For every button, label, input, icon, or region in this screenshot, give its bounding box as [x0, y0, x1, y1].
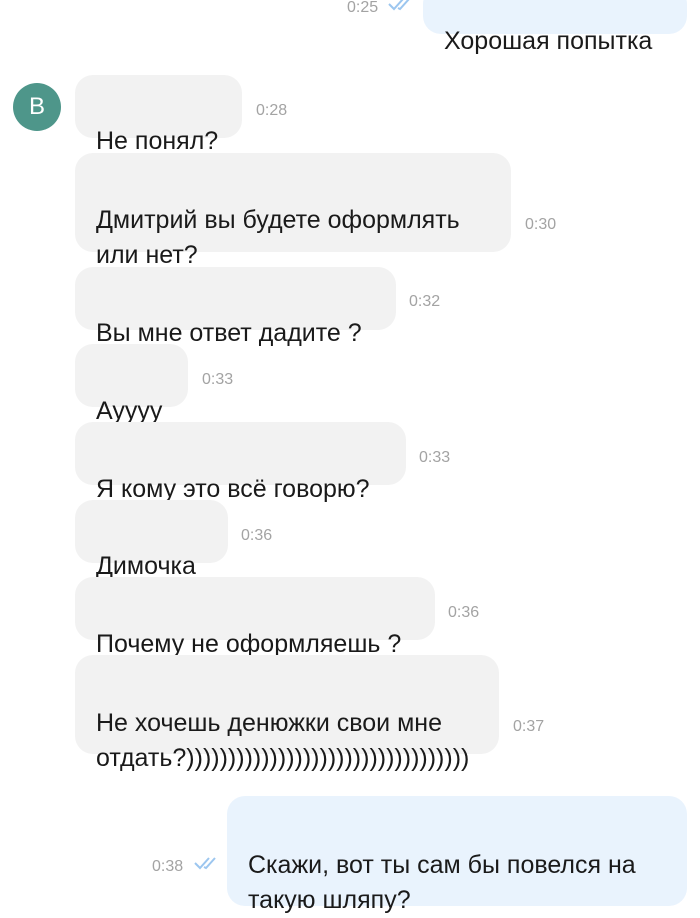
message-bubble-incoming[interactable]: Димочка	[75, 500, 228, 580]
double-check-icon	[388, 0, 410, 11]
message-text: Хорошая попытка	[444, 27, 653, 55]
message-bubble-incoming[interactable]: Не понял?	[75, 75, 242, 155]
message-time: 0:37	[513, 718, 545, 735]
message-time: 0:28	[256, 102, 288, 119]
message-bubble-incoming[interactable]: Дмитрий вы будете оформлять или нет?	[75, 153, 511, 269]
message-text: Вы мне ответ дадите ?	[96, 319, 362, 347]
message-text: Скажи, вот ты сам бы повелся на такую шл…	[248, 851, 636, 914]
message-time: 0:38	[152, 858, 184, 875]
message-text: Не понял?	[96, 127, 219, 155]
message-bubble-incoming[interactable]: Не хочешь денюжки свои мне отдать?))))))…	[75, 655, 499, 772]
message-time: 0:33	[202, 371, 234, 388]
message-time: 0:36	[241, 527, 273, 544]
message-time: 0:32	[409, 293, 441, 310]
avatar-initial: В	[28, 93, 45, 120]
message-text: Не хочешь денюжки свои мне отдать?))))))…	[96, 709, 470, 772]
message-text: Дмитрий вы будете оформлять или нет?	[96, 206, 460, 269]
message-time: 0:33	[419, 449, 451, 466]
double-check-icon	[194, 857, 216, 870]
message-bubble-outgoing[interactable]: Хорошая попытка	[423, 0, 687, 55]
message-text: Димочка	[96, 552, 196, 580]
avatar[interactable]: В	[13, 83, 61, 131]
message-time: 0:30	[525, 216, 557, 233]
message-time: 0:36	[448, 604, 480, 621]
message-time: 0:25	[347, 0, 379, 16]
message-text: Почему не оформляешь ?	[96, 630, 402, 658]
message-bubble-incoming[interactable]: Почему не оформляешь ?	[75, 577, 435, 658]
message-text: Ауууу	[96, 397, 163, 425]
message-bubble-incoming[interactable]: Ауууу	[75, 344, 188, 425]
message-bubble-outgoing[interactable]: Скажи, вот ты сам бы повелся на такую шл…	[227, 796, 687, 914]
message-text: Я кому это всё говорю?	[96, 475, 370, 503]
message-bubble-incoming[interactable]: Вы мне ответ дадите ?	[75, 267, 396, 347]
message-bubble-incoming[interactable]: Я кому это всё говорю?	[75, 422, 406, 503]
